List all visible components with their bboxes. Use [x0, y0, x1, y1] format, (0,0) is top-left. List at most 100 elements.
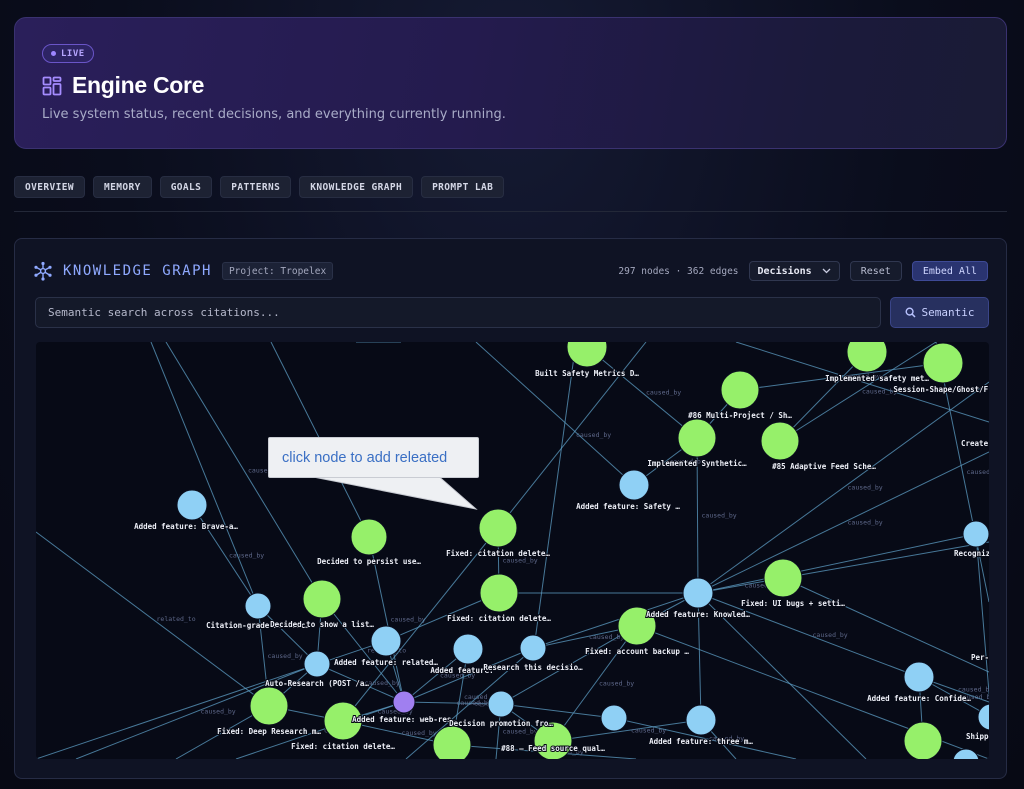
graph-node[interactable]: [487, 690, 515, 718]
semantic-button-label: Semantic: [921, 306, 975, 319]
graph-node[interactable]: [479, 573, 519, 613]
edge-label: caused_by: [958, 686, 989, 694]
node-label: Recognized tha: [954, 549, 989, 558]
node-label: #86 Multi-Project / Sh…: [688, 411, 792, 420]
node-label: Implemented Synthetic…: [647, 459, 747, 468]
graph-controls: 297 nodes · 362 edges Decisions Reset Em…: [618, 261, 988, 281]
graph-node[interactable]: [952, 748, 980, 759]
node-label: Session-Shape/Ghost/Fr: [893, 385, 989, 394]
edge-label: caused_by: [599, 680, 634, 688]
graph-node[interactable]: [478, 508, 518, 548]
node-label: #85 Adaptive Feed Sche…: [772, 462, 876, 471]
graph-node[interactable]: [244, 592, 272, 620]
panel-title: KNOWLEDGE GRAPH: [63, 263, 212, 279]
graph-tooltip-text: click node to add releated: [282, 449, 448, 466]
edge-label: caused_by: [848, 484, 883, 492]
tab-goals[interactable]: GOALS: [159, 176, 213, 198]
edge-label: caused_by: [813, 631, 848, 639]
node-label: Research this decisio…: [483, 663, 583, 672]
edge-label: caused_by: [967, 468, 990, 476]
node-label: Decided to persist use…: [317, 557, 421, 566]
embed-all-button[interactable]: Embed All: [911, 261, 988, 281]
hero-banner: LIVE Engine Core Live system status, rec…: [14, 17, 1007, 149]
edge-label: caused_by: [631, 727, 666, 735]
graph-node[interactable]: [922, 342, 964, 384]
edge-label: caused_by: [268, 652, 303, 660]
graph-node[interactable]: [720, 370, 760, 410]
graph-node[interactable]: [977, 703, 989, 731]
reset-button[interactable]: Reset: [849, 261, 902, 281]
knowledge-graph-canvas[interactable]: caused_bycaused_byrelated_tocaused_bycau…: [36, 342, 989, 759]
edge-label: caused_by: [229, 552, 264, 560]
tab-patterns[interactable]: PATTERNS: [220, 176, 292, 198]
node-label: Fixed: UI bugs + setti…: [741, 599, 845, 608]
graph-stats: 297 nodes · 362 edges: [618, 265, 739, 277]
node-label: Added feature: three m…: [649, 737, 753, 746]
graph-node[interactable]: [903, 661, 935, 693]
page-title-row: Engine Core: [42, 72, 204, 99]
graph-node[interactable]: [303, 650, 331, 678]
search-row: Semantic: [35, 297, 989, 329]
node-label: Added feature: web-res…: [352, 715, 456, 724]
tab-knowledge-graph[interactable]: KNOWLEDGE GRAPH: [299, 176, 414, 198]
node-label: Added feature: related…: [334, 658, 438, 667]
semantic-search-input[interactable]: [35, 297, 881, 328]
node-label: Decision promotion fro…: [449, 719, 553, 728]
live-badge-label: LIVE: [61, 48, 85, 59]
node-label: Decided to show a list…: [270, 620, 374, 629]
edge-label: caused_by: [702, 512, 737, 520]
node-label: Fixed: Deep Research m…: [217, 727, 321, 736]
graph-node[interactable]: [618, 469, 650, 501]
graph-node[interactable]: [176, 489, 208, 521]
graph-node[interactable]: [249, 686, 289, 726]
graph-edge: [475, 342, 635, 486]
graph-node[interactable]: [452, 633, 484, 665]
live-dot-icon: [51, 51, 56, 56]
node-label: Per-: [971, 653, 989, 662]
tab-memory[interactable]: MEMORY: [92, 176, 152, 198]
edge-label: caused_by: [503, 728, 538, 736]
graph-node[interactable]: [962, 520, 989, 548]
semantic-search-button[interactable]: Semantic: [890, 297, 989, 328]
graph-node[interactable]: [682, 577, 714, 609]
node-label: Added feature: Brave-a…: [134, 522, 238, 531]
edge-label: caused_by: [848, 519, 883, 527]
node-label: Built Safety Metrics D…: [535, 369, 639, 378]
type-filter-value: Decisions: [757, 265, 812, 277]
node-label: Shipped m: [966, 732, 989, 741]
graph-node[interactable]: [519, 634, 547, 662]
graph-node[interactable]: [392, 690, 416, 714]
graph-node[interactable]: [763, 558, 803, 598]
graph-node[interactable]: [677, 418, 717, 458]
graph-node[interactable]: [903, 721, 943, 759]
graph-node[interactable]: [846, 342, 888, 373]
node-label: Implemented safety met…: [825, 374, 929, 383]
project-tag: Project: Tropelex: [221, 262, 334, 280]
node-label: Added feature: Knowled…: [646, 610, 750, 619]
graph-edge: [533, 342, 577, 649]
graph-edge: [782, 577, 989, 673]
graph-node[interactable]: [685, 704, 717, 736]
graph-edge: [697, 451, 989, 594]
page-subtitle: Live system status, recent decisions, an…: [42, 107, 506, 122]
search-icon: [904, 307, 916, 318]
graph-node[interactable]: [350, 518, 388, 556]
dashboard-icon: [42, 76, 62, 95]
type-filter-select[interactable]: Decisions: [748, 261, 840, 281]
graph-edge: [150, 342, 259, 607]
node-label: Added feature: Confide…: [867, 694, 971, 703]
graph-node[interactable]: [760, 421, 800, 461]
node-label: Fixed: citation delete…: [291, 742, 395, 751]
graph-node[interactable]: [370, 625, 402, 657]
node-label: Added feature: Safety …: [576, 502, 680, 511]
tab-overview[interactable]: OVERVIEW: [14, 176, 85, 198]
edge-label: caused_by: [201, 708, 236, 716]
graph-svg[interactable]: caused_bycaused_byrelated_tocaused_bycau…: [36, 342, 989, 759]
page-title: Engine Core: [72, 72, 205, 98]
graph-node[interactable]: [432, 725, 472, 759]
node-label: Fixed: account backup …: [585, 647, 689, 656]
edge-label: caused_by: [391, 616, 426, 624]
graph-node[interactable]: [302, 579, 342, 619]
tab-prompt-lab[interactable]: PROMPT LAB: [421, 176, 505, 198]
graph-node[interactable]: [600, 704, 628, 732]
